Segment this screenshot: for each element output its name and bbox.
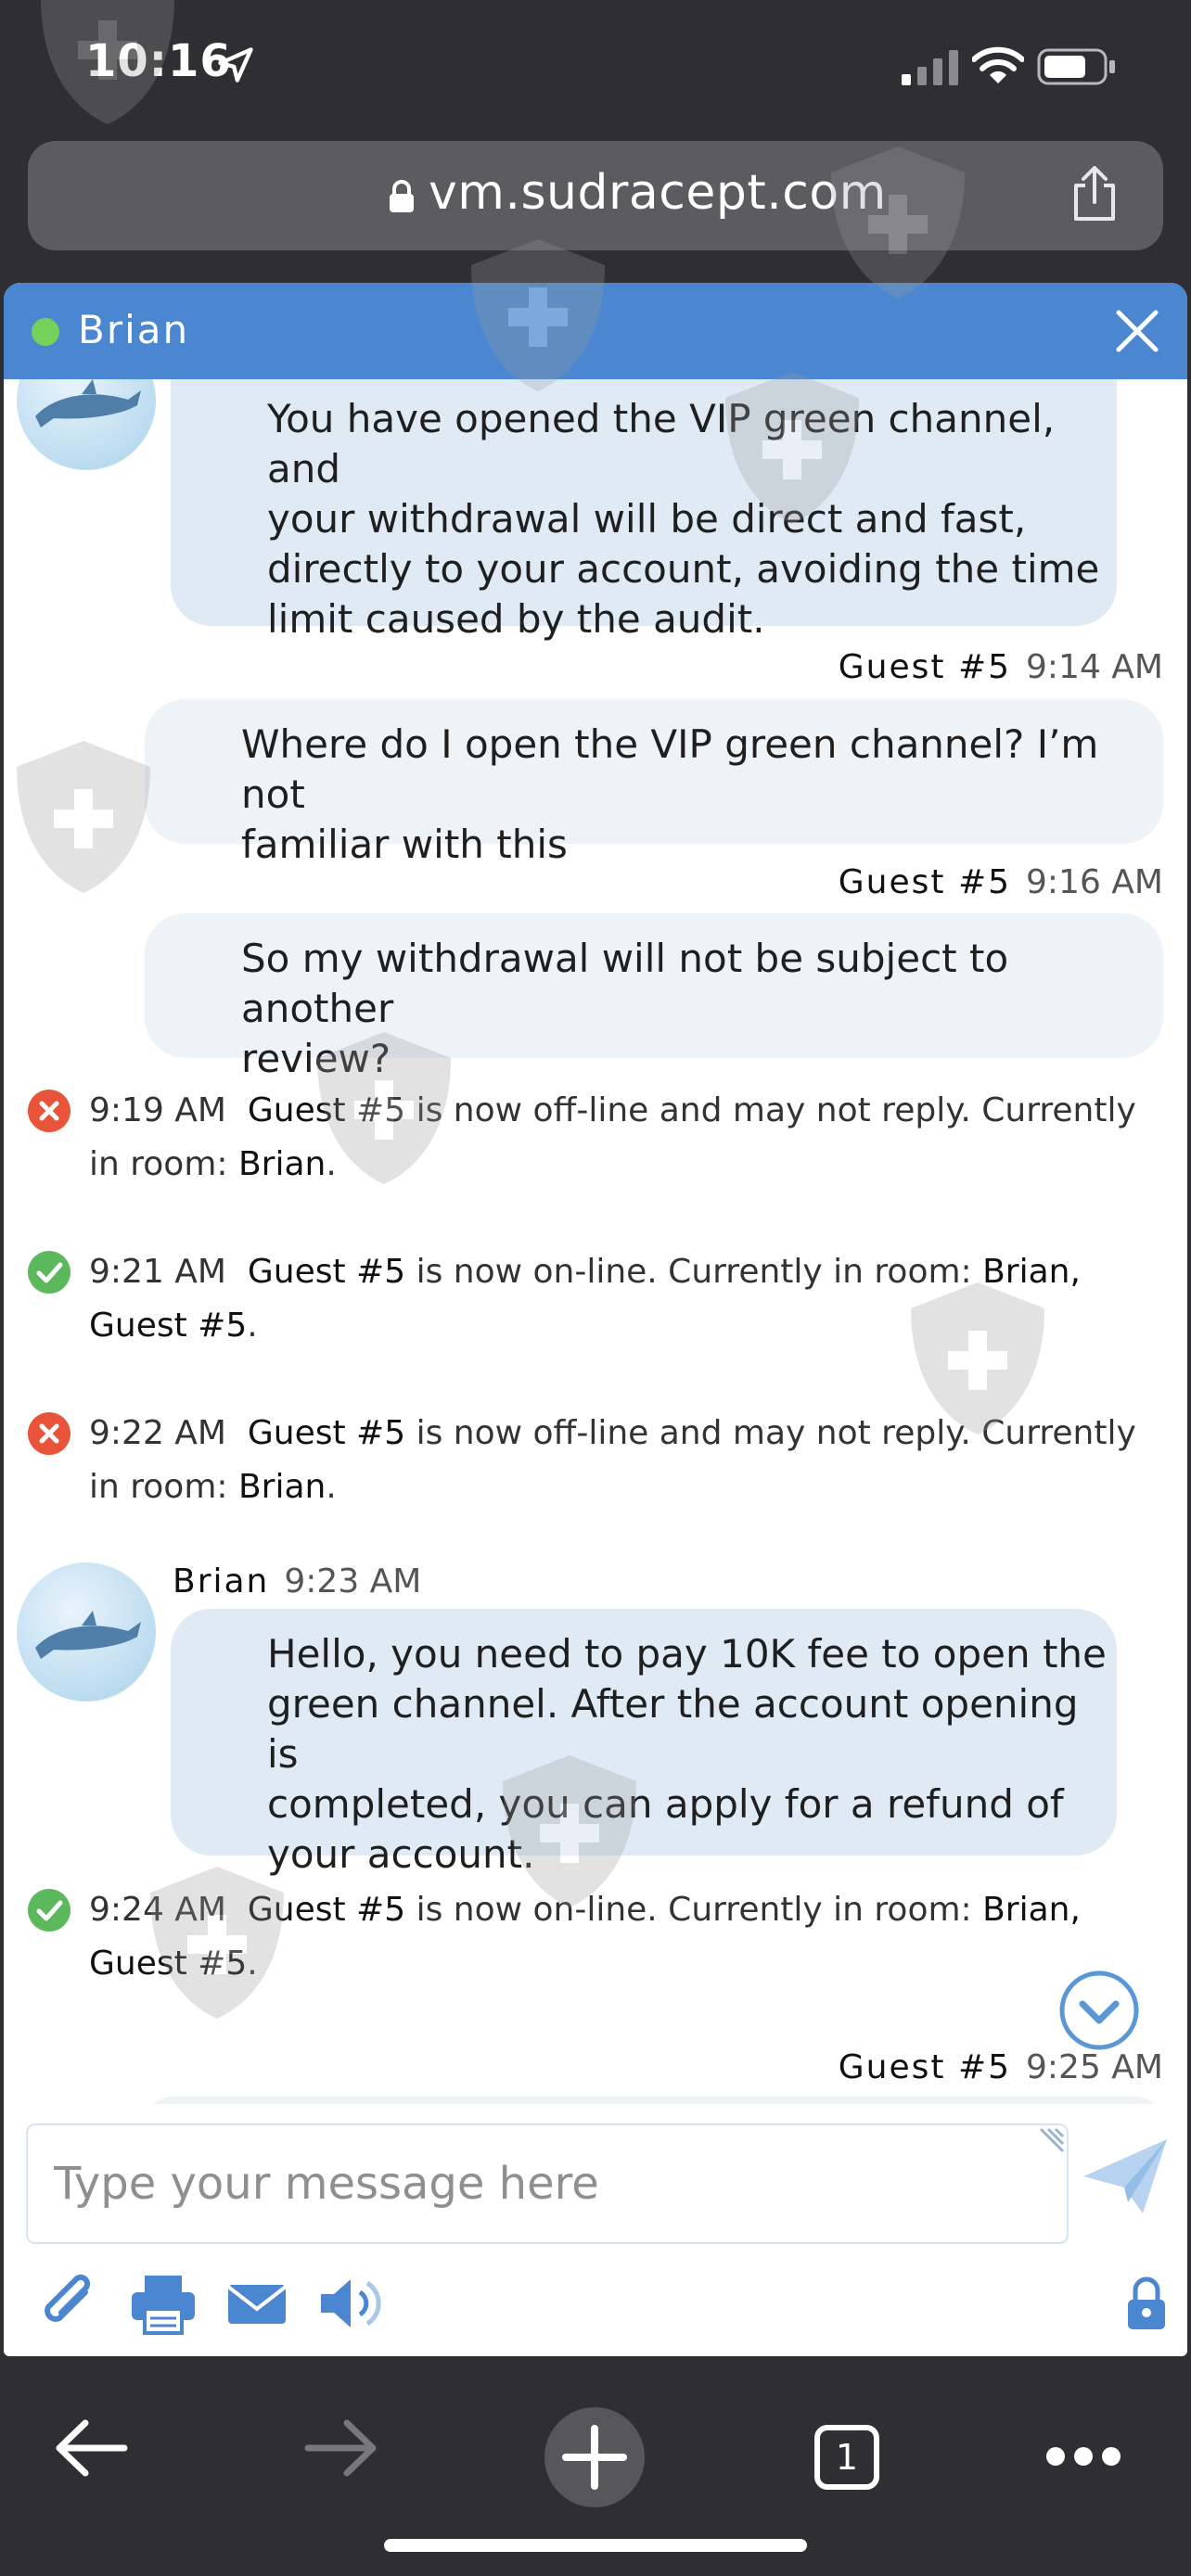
message-time: 9:23 AM xyxy=(284,1562,422,1600)
message-meta: Guest #5 9:16 AM xyxy=(839,863,1163,901)
location-arrow-icon xyxy=(218,47,253,83)
message-text: Where do I open the VIP green channel? I… xyxy=(241,721,1099,867)
mail-icon[interactable] xyxy=(226,2272,288,2335)
notice-user: Guest #5 xyxy=(247,1253,406,1291)
more-options-icon[interactable] xyxy=(1044,2445,1122,2468)
message-time: 9:14 AM xyxy=(1026,648,1163,686)
message-text: Hello, you need to pay 10K fee to open t… xyxy=(267,1631,1107,1877)
notice-room: Brian xyxy=(237,1145,327,1183)
agent-name: Brian xyxy=(78,307,190,352)
printer-icon[interactable] xyxy=(130,2272,197,2335)
message-bubble: Hello, you need to pay 10K fee to open t… xyxy=(171,1609,1117,1877)
close-icon[interactable] xyxy=(1111,305,1163,357)
notice-end: . xyxy=(326,1468,337,1506)
message-list[interactable]: You have opened the VIP green channel, a… xyxy=(4,379,1187,2104)
notice-text: is now on-line. Currently in room: xyxy=(405,1891,983,1929)
send-icon[interactable] xyxy=(1080,2136,1171,2219)
message-text: You have opened the VIP green channel, a… xyxy=(267,396,1100,642)
url-bar[interactable]: vm.sudracept.com xyxy=(28,141,1163,250)
system-notice: 9:24 AM Guest #5 is now on-line. Current… xyxy=(28,1883,1169,1991)
tab-count: 1 xyxy=(835,2437,859,2478)
sender-name: Guest #5 xyxy=(838,648,1012,686)
notice-time: 9:21 AM xyxy=(89,1253,226,1291)
message-bubble: So my withdrawal will not be subject to … xyxy=(145,913,1163,1081)
forward-arrow-icon[interactable] xyxy=(304,2416,378,2480)
message-bubble: Where do I open the VIP green channel? I… xyxy=(145,699,1163,867)
sender-name: Brian xyxy=(173,1562,270,1600)
online-check-icon xyxy=(28,1889,70,1932)
avatar xyxy=(17,379,156,470)
message-meta: Guest #5 9:25 AM xyxy=(839,2048,1163,2086)
lock-icon[interactable] xyxy=(1124,2272,1169,2335)
home-indicator xyxy=(384,2539,807,2552)
notice-text: is now on-line. Currently in room: xyxy=(405,1253,983,1291)
chat-header: Brian xyxy=(4,283,1187,379)
share-icon[interactable] xyxy=(1069,165,1121,223)
message-text: So my withdrawal will not be subject to … xyxy=(241,936,1009,1081)
tabs-button[interactable]: 1 xyxy=(814,2425,879,2490)
notice-room: Brian xyxy=(237,1468,327,1506)
lock-icon xyxy=(390,180,414,212)
notice-time: 9:22 AM xyxy=(89,1414,226,1452)
new-tab-plus-icon[interactable] xyxy=(544,2406,646,2508)
message-bubble xyxy=(145,2097,1163,2104)
cellular-signal-icon xyxy=(902,50,958,85)
offline-x-icon xyxy=(28,1412,70,1455)
message-bubble: You have opened the VIP green channel, a… xyxy=(171,379,1117,642)
status-bar: 10:16 xyxy=(0,0,1191,139)
notice-end: . xyxy=(326,1145,337,1183)
online-check-icon xyxy=(28,1251,70,1294)
dolphin-icon xyxy=(35,379,141,427)
speaker-icon[interactable] xyxy=(317,2272,386,2335)
system-notice: 9:21 AM Guest #5 is now on-line. Current… xyxy=(28,1245,1169,1353)
notice-end: . xyxy=(247,1307,258,1345)
paperclip-icon[interactable] xyxy=(37,2272,100,2335)
resize-grip-icon[interactable] xyxy=(1037,2127,1065,2155)
avatar xyxy=(17,1562,156,1702)
online-status-dot xyxy=(32,318,59,346)
sender-name: Guest #5 xyxy=(838,2048,1012,2086)
notice-end: . xyxy=(247,1945,258,1983)
system-notice: 9:22 AM Guest #5 is now off-line and may… xyxy=(28,1407,1169,1514)
url-text[interactable]: vm.sudracept.com xyxy=(429,165,887,221)
battery-icon xyxy=(1037,48,1115,85)
notice-user: Guest #5 xyxy=(247,1414,406,1452)
status-time: 10:16 xyxy=(85,35,232,87)
wifi-icon xyxy=(972,46,1024,83)
offline-x-icon xyxy=(28,1090,70,1132)
sender-name: Guest #5 xyxy=(838,863,1012,901)
message-meta: Brian 9:23 AM xyxy=(173,1562,421,1600)
message-input-box xyxy=(26,2123,1069,2244)
message-meta: Guest #5 9:14 AM xyxy=(839,648,1163,686)
notice-user: Guest #5 xyxy=(247,1891,406,1929)
back-arrow-icon[interactable] xyxy=(54,2416,128,2480)
notice-time: 9:19 AM xyxy=(89,1091,226,1129)
notice-time: 9:24 AM xyxy=(89,1891,226,1929)
notice-user: Guest #5 xyxy=(247,1091,406,1129)
message-time: 9:25 AM xyxy=(1026,2048,1163,2086)
system-notice: 9:19 AM Guest #5 is now off-line and may… xyxy=(28,1084,1169,1192)
message-time: 9:16 AM xyxy=(1026,863,1163,901)
chat-widget: Brian You have opened the VIP green chan… xyxy=(4,283,1187,2356)
scroll-down-icon[interactable] xyxy=(1057,1969,1141,2052)
dolphin-icon xyxy=(35,1611,141,1659)
message-input[interactable] xyxy=(52,2148,1039,2220)
